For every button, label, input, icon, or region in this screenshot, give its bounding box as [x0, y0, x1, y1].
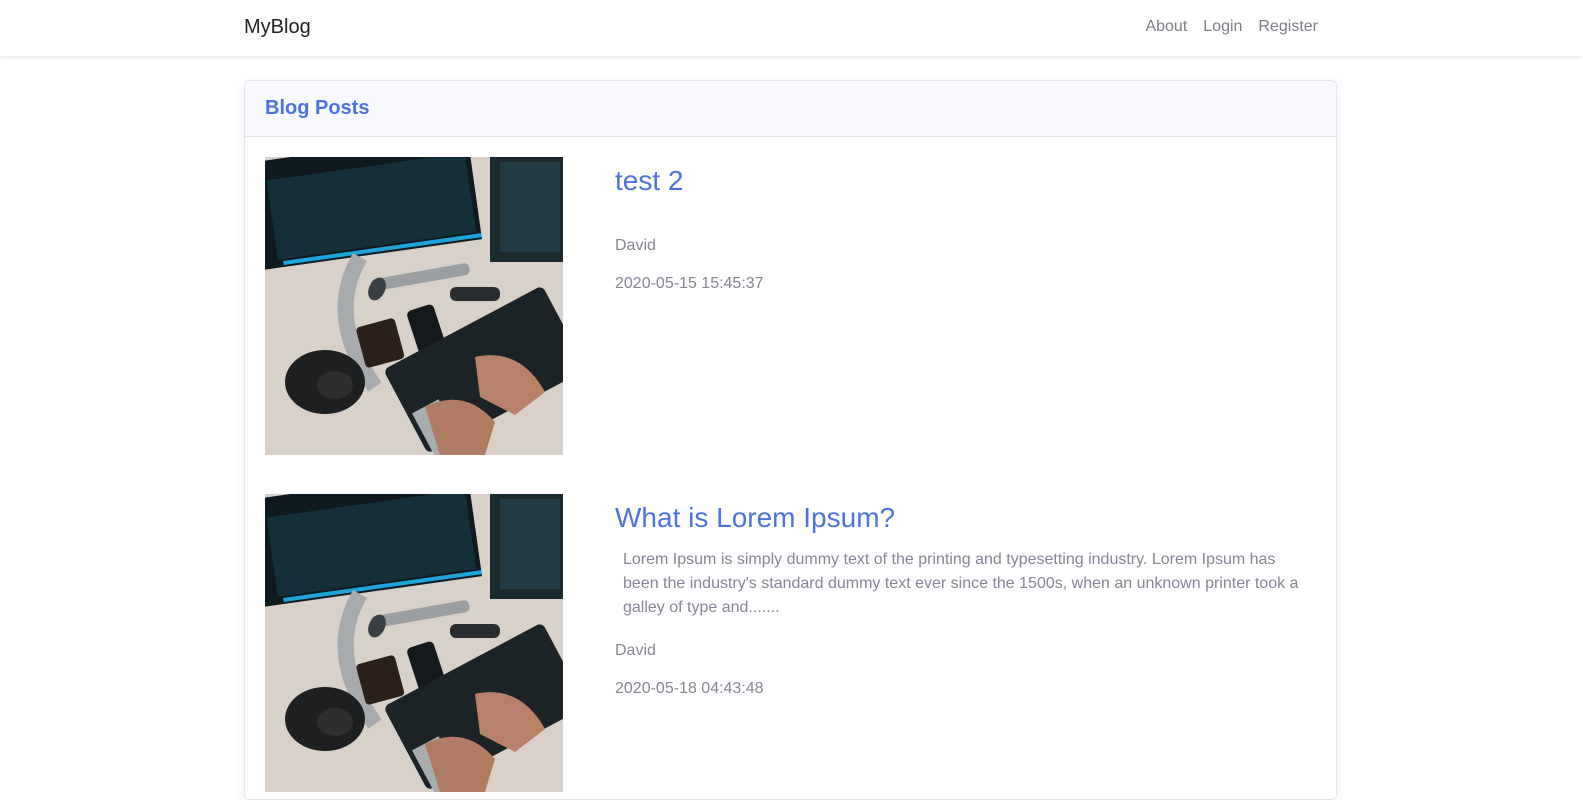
- nav-links: About Login Register: [1145, 18, 1318, 36]
- post-excerpt: Lorem Ipsum is simply dummy text of the …: [623, 551, 1299, 616]
- post-body: test 2 David 2020-05-15 15:45:37: [615, 157, 1305, 293]
- card-header: Blog Posts: [245, 81, 1336, 137]
- post-thumbnail[interactable]: [265, 494, 563, 792]
- post-author: David: [615, 642, 656, 659]
- post-date: 2020-05-15 15:45:37: [615, 275, 764, 292]
- post-body: What is Lorem Ipsum? Lorem Ipsum is simp…: [615, 494, 1305, 698]
- card-title: Blog Posts: [265, 97, 370, 119]
- nav-link-about[interactable]: About: [1145, 18, 1187, 36]
- nav-link-login[interactable]: Login: [1203, 18, 1242, 36]
- post-title-link[interactable]: What is Lorem Ipsum?: [615, 502, 895, 534]
- post-author: David: [615, 237, 656, 254]
- brand-link[interactable]: MyBlog: [244, 16, 311, 39]
- post-thumbnail[interactable]: [265, 157, 563, 455]
- nav-link-register[interactable]: Register: [1258, 18, 1318, 36]
- blog-posts-card: Blog Posts test 2 David 2020-05-15 15:45…: [244, 80, 1337, 800]
- post-date: 2020-05-18 04:43:48: [615, 680, 764, 697]
- post-title-link[interactable]: test 2: [615, 165, 683, 197]
- navbar: MyBlog About Login Register: [0, 0, 1583, 56]
